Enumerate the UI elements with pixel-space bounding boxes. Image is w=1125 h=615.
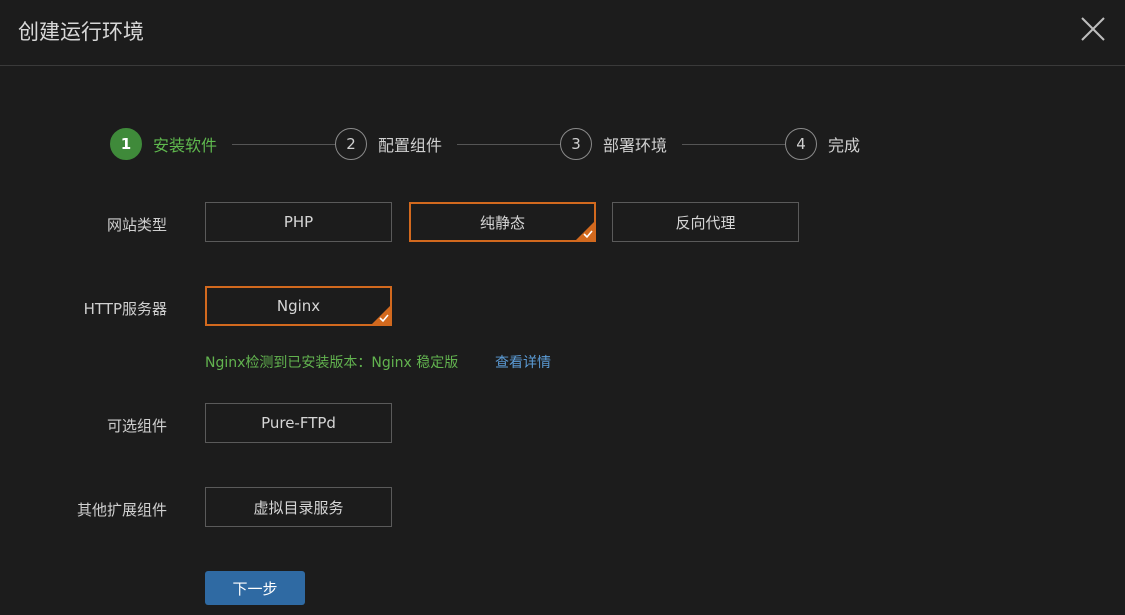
step-connector [232, 144, 335, 145]
selected-check-icon [372, 306, 390, 324]
option-label: 反向代理 [675, 213, 736, 232]
virtual-directory-option[interactable]: 虚拟目录服务 [205, 487, 392, 527]
step-number: 1 [110, 128, 142, 160]
http-server-nginx-option[interactable]: Nginx [205, 286, 392, 326]
step-number: 3 [560, 128, 592, 160]
optional-components-label: 可选组件 [106, 417, 167, 435]
option-label: PHP [283, 213, 314, 231]
option-label: 纯静态 [479, 213, 525, 232]
site-type-php-option[interactable]: PHP [205, 202, 392, 242]
step-complete: 4 完成 [785, 128, 860, 160]
step-number: 2 [335, 128, 367, 160]
step-install-software: 1 安装软件 [110, 128, 217, 160]
close-icon[interactable] [1076, 12, 1110, 46]
next-step-button[interactable]: 下一步 [205, 571, 305, 605]
view-details-link[interactable]: 查看详情 [495, 352, 551, 372]
site-type-static-option[interactable]: 纯静态 [409, 202, 596, 242]
option-label: 虚拟目录服务 [253, 498, 344, 517]
dialog-title: 创建运行环境 [18, 20, 144, 44]
step-label: 部署环境 [603, 136, 668, 155]
dialog-header: 创建运行环境 [0, 0, 1125, 66]
create-environment-dialog: 创建运行环境 1 安装软件 2 配置组件 3 部署环境 4 完成 网站类型 PH… [0, 0, 1125, 615]
step-connector [682, 144, 785, 145]
option-label: Nginx [276, 297, 321, 315]
step-label: 完成 [828, 136, 861, 155]
step-label: 配置组件 [378, 136, 443, 155]
step-configure-components: 2 配置组件 [335, 128, 442, 160]
selected-check-icon [576, 222, 594, 240]
nginx-installed-hint: Nginx检测到已安装版本：Nginx 稳定版 [205, 355, 459, 371]
step-number: 4 [785, 128, 817, 160]
option-label: Pure-FTPd [261, 414, 336, 432]
step-deploy-environment: 3 部署环境 [560, 128, 667, 160]
step-connector [457, 144, 560, 145]
pure-ftpd-option[interactable]: Pure-FTPd [205, 403, 392, 443]
site-type-label: 网站类型 [106, 216, 167, 234]
step-label: 安装软件 [153, 136, 218, 155]
site-type-reverse-proxy-option[interactable]: 反向代理 [612, 202, 799, 242]
other-components-label: 其他扩展组件 [76, 501, 167, 519]
http-server-label: HTTP服务器 [83, 300, 167, 318]
